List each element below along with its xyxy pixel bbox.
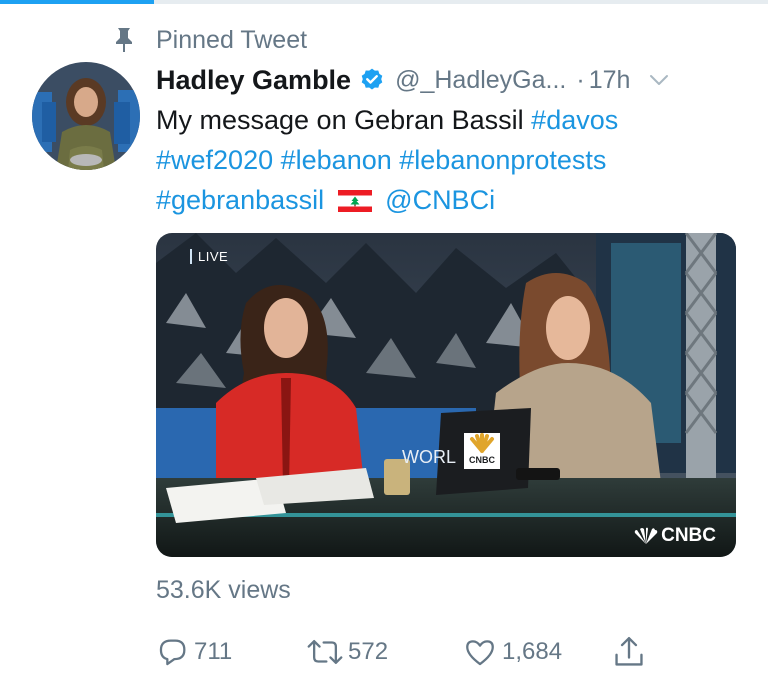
- avatar[interactable]: [32, 62, 140, 170]
- pin-icon: [112, 26, 136, 54]
- video-frame: WORL CNBC: [156, 233, 736, 557]
- reply-count: 711: [194, 638, 233, 665]
- hashtag-lebanon[interactable]: #lebanon: [281, 145, 392, 175]
- mention-cnbci[interactable]: @CNBCi: [385, 185, 495, 215]
- hashtag-gebranbassil[interactable]: #gebranbassil: [156, 185, 324, 215]
- view-count: 53.6K views: [156, 576, 291, 604]
- share-icon: [615, 636, 643, 666]
- heart-icon: [466, 640, 494, 666]
- author-handle[interactable]: @_HadleyGa...: [395, 66, 566, 95]
- lebanon-flag-icon: [337, 183, 372, 212]
- hashtag-wef2020[interactable]: #wef2020: [156, 145, 273, 175]
- author-name[interactable]: Hadley Gamble: [156, 65, 351, 96]
- chevron-down-icon[interactable]: [648, 69, 670, 91]
- peacock-icon: [634, 527, 658, 544]
- header-separator: ·: [576, 65, 585, 94]
- hashtag-lebanonprotests[interactable]: #lebanonprotests: [399, 145, 606, 175]
- tweet-actions: 711 572 1,684: [156, 632, 716, 672]
- tweet-timestamp[interactable]: 17h: [589, 66, 631, 95]
- pinned-tweet-label: Pinned Tweet: [156, 25, 308, 54]
- like-count: 1,684: [502, 638, 563, 665]
- like-button[interactable]: 1,684: [462, 632, 562, 672]
- top-progress-fill: [0, 0, 154, 4]
- tweet-video[interactable]: WORL CNBC LIVE CNBC: [156, 233, 736, 557]
- reply-icon: [159, 639, 186, 666]
- cnbc-logo-text: CNBC: [661, 525, 716, 546]
- verified-badge-icon: [359, 67, 385, 93]
- pinned-tweet-indicator: Pinned Tweet: [112, 24, 307, 56]
- tweet-text-plain: My message on Gebran Bassil: [156, 105, 532, 135]
- retweet-button[interactable]: 572: [306, 632, 388, 672]
- tweet-header: Hadley Gamble @_HadleyGa... · 17h: [156, 60, 746, 100]
- share-button[interactable]: [612, 632, 650, 672]
- retweet-count: 572: [348, 638, 389, 665]
- top-progress-track: [0, 0, 768, 4]
- cnbc-logo: CNBC: [631, 525, 716, 547]
- live-badge: LIVE: [190, 249, 228, 264]
- tweet-text: My message on Gebran Bassil #davos #wef2…: [156, 100, 736, 220]
- laptop-label: CNBC: [469, 455, 495, 465]
- hashtag-davos[interactable]: #davos: [531, 105, 618, 135]
- retweet-icon: [307, 639, 343, 665]
- reply-button[interactable]: 711: [156, 632, 232, 672]
- banner-text: WORL: [402, 447, 456, 467]
